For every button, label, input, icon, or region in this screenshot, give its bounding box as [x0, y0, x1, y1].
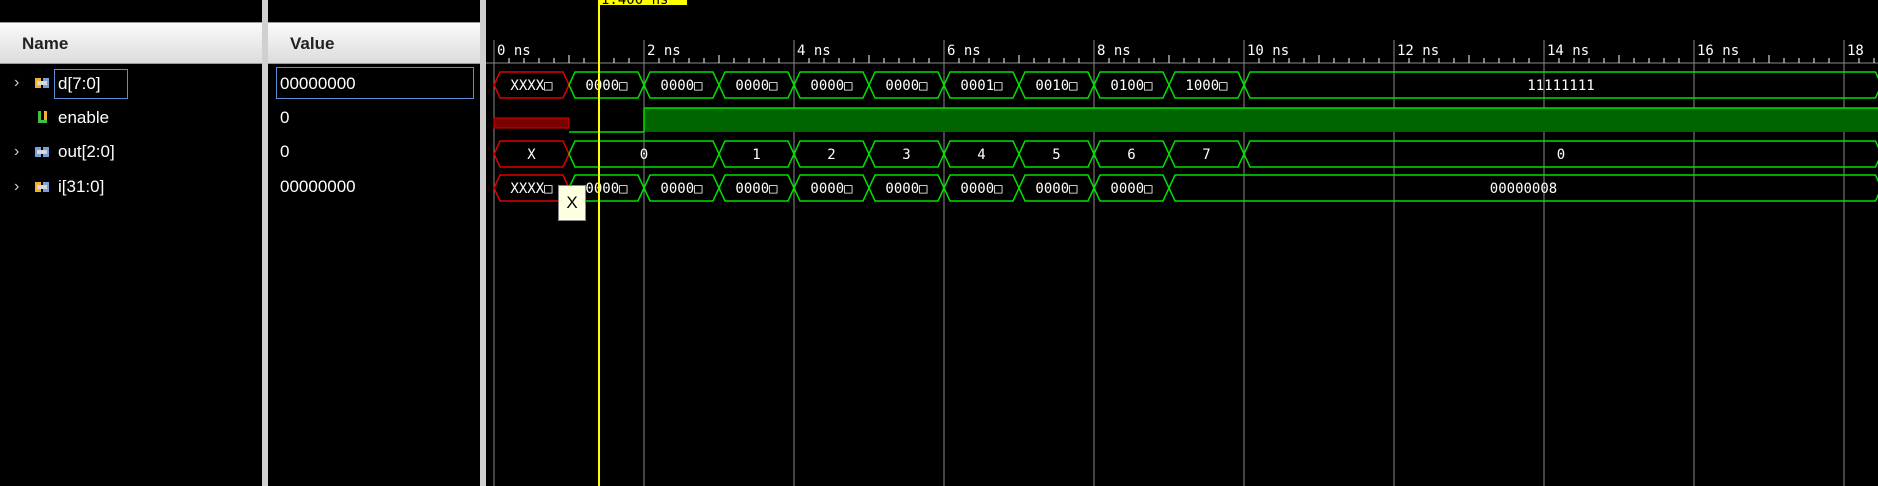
value-tooltip: X [558, 185, 586, 221]
name-column-header[interactable]: Name [0, 22, 262, 64]
bit-icon [38, 111, 47, 123]
d-wave-value-label: 0001□ [960, 78, 1003, 94]
time-tick-label: 6 ns [947, 43, 981, 59]
i-wave-value-label: 00000008 [1490, 181, 1557, 197]
i-wave-value-label: XXXX□ [510, 181, 553, 197]
out-wave-value-label: 4 [977, 147, 985, 163]
expand-i-chevron-icon[interactable]: › [14, 176, 19, 198]
bus-icon [35, 182, 49, 192]
i-wave-value-label: 0000□ [1110, 181, 1153, 197]
d-wave-value-label: 0010□ [1035, 78, 1078, 94]
signal-names-panel: Name › d[7:0] enable › out[2:0] › i[31:0… [0, 0, 262, 486]
out-wave-value-label: 5 [1052, 147, 1060, 163]
time-tick-label: 14 ns [1547, 43, 1589, 59]
enable-undefined-block [493, 117, 570, 129]
time-tick-label: 10 ns [1247, 43, 1289, 59]
signal-name-enable[interactable]: enable [58, 107, 109, 129]
bus-icon [35, 78, 49, 88]
i-wave-value-label: 0000□ [1035, 181, 1078, 197]
d-wave-value-label: 0000□ [585, 78, 628, 94]
expand-out-chevron-icon[interactable]: › [14, 141, 19, 163]
bus-icon [35, 147, 49, 157]
time-tick-label: 4 ns [797, 43, 831, 59]
d-wave-value-label: 0000□ [660, 78, 703, 94]
d-wave-value-label: XXXX□ [510, 78, 553, 94]
cursor-time-label: 1.400 ns [601, 0, 668, 8]
time-tick-label: 12 ns [1397, 43, 1439, 59]
out-wave-value-label: 1 [752, 147, 760, 163]
d-wave-value-label: 0000□ [885, 78, 928, 94]
i-wave-value-label: 0000□ [810, 181, 853, 197]
value-column-header[interactable]: Value [268, 22, 480, 64]
i-wave-value-label: 0000□ [585, 181, 628, 197]
d-wave-value-label: 0100□ [1110, 78, 1153, 94]
signal-name-i[interactable]: i[31:0] [58, 176, 104, 198]
out-wave-value-label: 0 [1557, 147, 1565, 163]
out-wave-value-label: 0 [640, 147, 648, 163]
out-wave-value-label: 3 [902, 147, 910, 163]
time-tick-label: 18 [1847, 43, 1864, 59]
time-tick-label: 16 ns [1697, 43, 1739, 59]
i-wave-value-label: 0000□ [735, 181, 778, 197]
signal-value-d: 00000000 [280, 74, 356, 93]
signal-name-d[interactable]: d[7:0] [58, 73, 101, 95]
signal-values-panel: Value 00000000 0 0 00000000 [268, 0, 480, 486]
signal-name-out[interactable]: out[2:0] [58, 141, 115, 163]
d-wave-value-label: 1000□ [1185, 78, 1228, 94]
i-wave-value-label: 0000□ [960, 181, 1003, 197]
waveform-panel[interactable]: 1.400 ns 0 ns 2 ns 4 ns 6 ns 8 ns 10 ns 12 ns 14… [486, 0, 1878, 486]
i-wave-value-label: 0000□ [660, 181, 703, 197]
signal-value-enable: 0 [280, 108, 290, 127]
time-tick-label: 0 ns [497, 43, 531, 59]
time-tick-label: 2 ns [647, 43, 681, 59]
enable-high-fill [644, 108, 1878, 132]
waveform-canvas[interactable]: 1.400 ns0 ns 2 ns 4 ns 6 ns 8 ns 10 ns 12 ns 14… [486, 0, 1878, 486]
i-wave-value-label: 0000□ [885, 181, 928, 197]
out-wave-value-label: X [527, 147, 536, 163]
out-wave-value-label: 6 [1127, 147, 1135, 163]
out-wave-value-label: 2 [827, 147, 835, 163]
d-wave-value-label: 0000□ [810, 78, 853, 94]
d-wave-value-label: 0000□ [735, 78, 778, 94]
out-wave-value-label: 7 [1202, 147, 1210, 163]
value-column-label: Value [290, 34, 335, 53]
time-tick-label: 8 ns [1097, 43, 1131, 59]
d-wave-value-label: 11111111 [1527, 78, 1594, 94]
signal-value-i: 00000000 [280, 177, 356, 196]
signal-value-out: 0 [280, 142, 290, 161]
name-column-label: Name [22, 34, 69, 53]
expand-d-chevron-icon[interactable]: › [14, 72, 19, 94]
